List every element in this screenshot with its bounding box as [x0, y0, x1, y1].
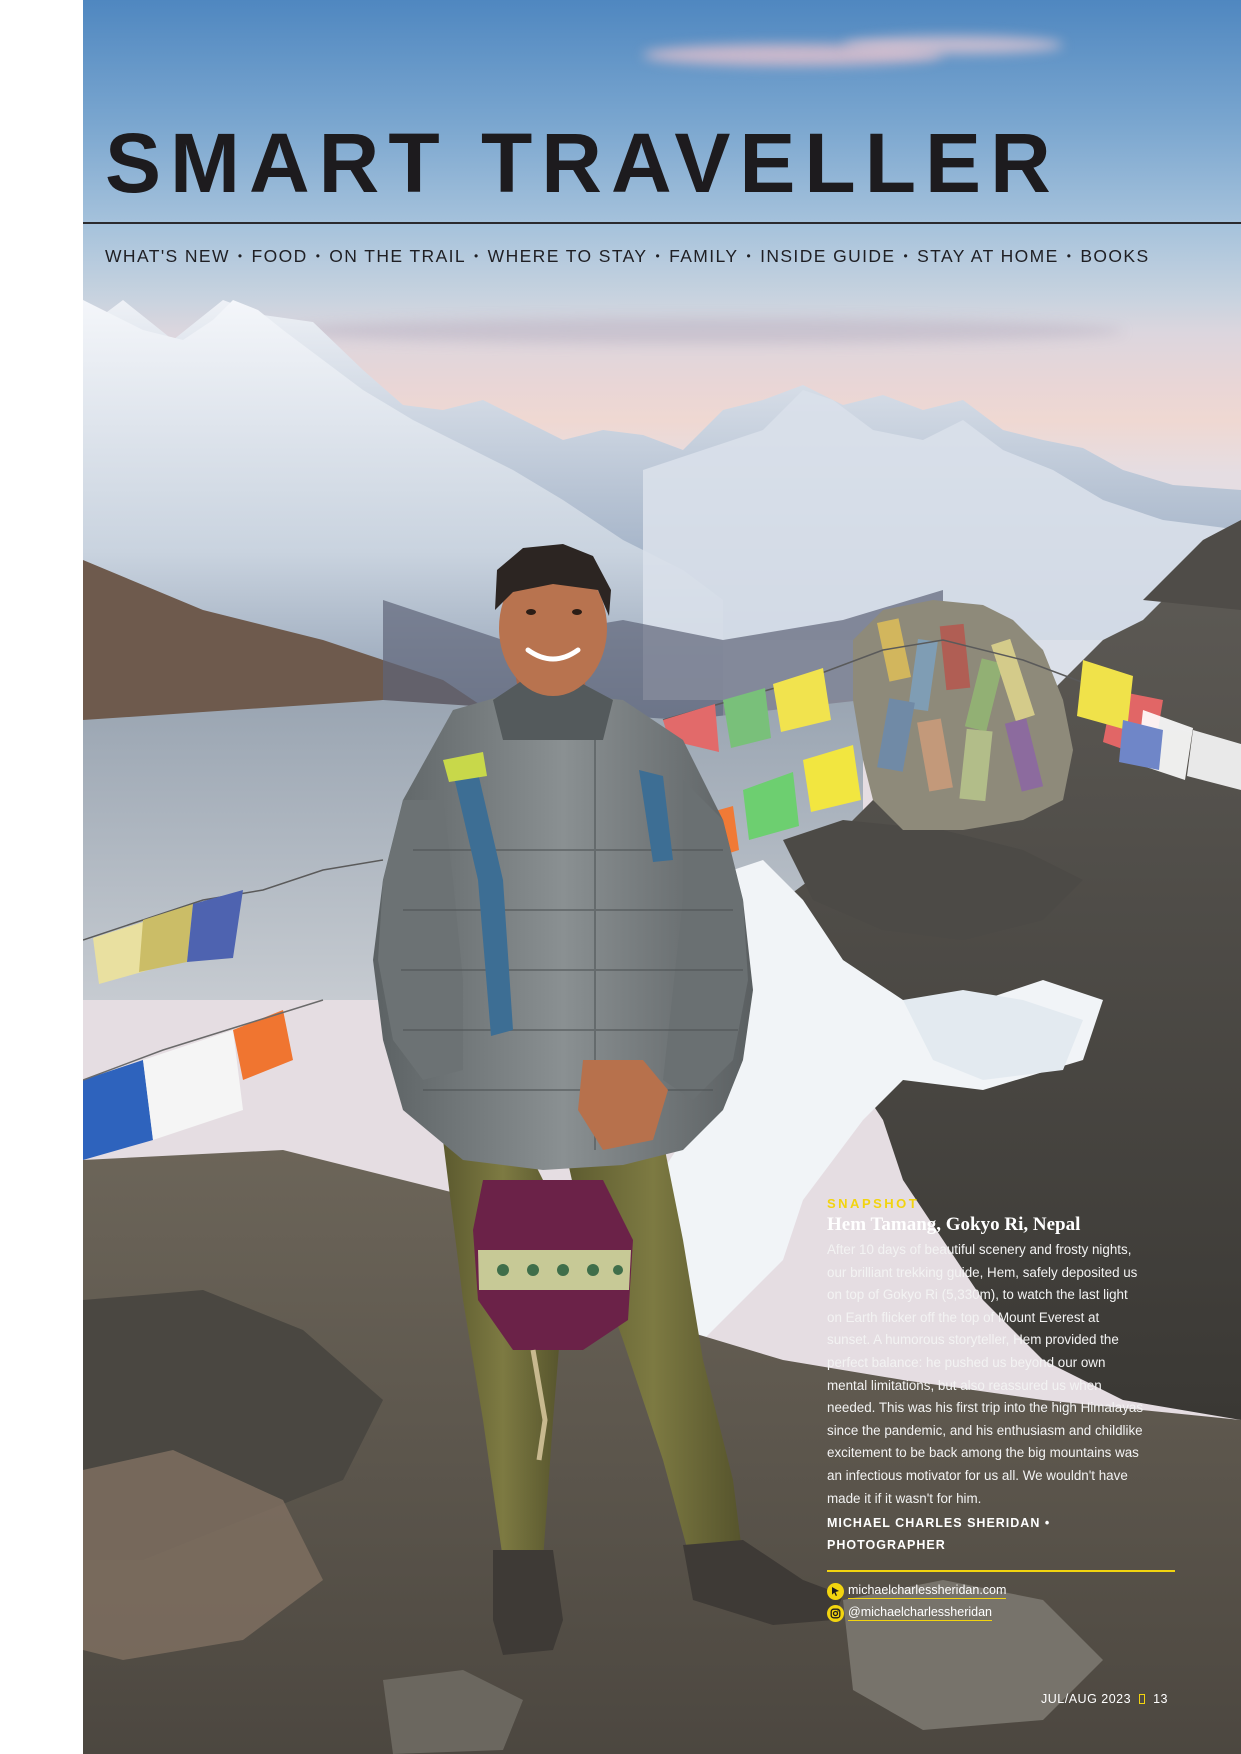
nav-item-stay-at-home: STAY AT HOME	[917, 245, 1059, 266]
issue-date: JUL/AUG 2023	[1041, 1692, 1132, 1706]
website-row: michaelcharlessheridan.com	[827, 1580, 1145, 1602]
photo-credit-name: MICHAEL CHARLES SHERIDAN •	[827, 1516, 1051, 1531]
nav-separator: •	[237, 249, 244, 263]
nav-item-food: FOOD	[251, 245, 308, 266]
cursor-icon	[827, 1582, 844, 1600]
nav-item-where-to-stay: WHERE TO STAY	[487, 245, 648, 266]
photo-credit-role: PHOTOGRAPHER	[827, 1538, 946, 1553]
caption-divider	[827, 1570, 1175, 1573]
nav-item-books: BOOKS	[1080, 245, 1150, 266]
nav-separator: •	[315, 249, 322, 263]
nav-separator: •	[655, 249, 662, 263]
masthead-title: SMART TRAVELLER	[105, 116, 1060, 210]
instagram-icon	[827, 1604, 844, 1622]
page-folio: JUL/AUG 2023 13	[1041, 1689, 1168, 1709]
caption-body: After 10 days of beautiful scenery and f…	[827, 1242, 1144, 1506]
folio-square-icon	[1139, 1694, 1146, 1704]
website-link[interactable]: michaelcharlessheridan.com	[848, 1583, 1007, 1600]
nav-separator: •	[746, 249, 753, 263]
nav-item-whats-new: WHAT'S NEW	[105, 245, 230, 266]
nav-item-family: FAMILY	[669, 245, 739, 266]
nav-separator: •	[1066, 249, 1073, 263]
page-number: 13	[1153, 1692, 1168, 1706]
social-links: michaelcharlessheridan.com @michaelcharl…	[827, 1580, 1145, 1624]
nav-item-on-the-trail: ON THE TRAIL	[329, 245, 467, 266]
snapshot-caption: SNAPSHOT Hem Tamang, Gokyo Ri, Nepal Aft…	[827, 1195, 1175, 1624]
instagram-link[interactable]: @michaelcharlessheridan	[848, 1605, 993, 1622]
caption-headline: Hem Tamang, Gokyo Ri, Nepal	[827, 1214, 1081, 1235]
nav-item-inside-guide: INSIDE GUIDE	[760, 245, 896, 266]
magazine-page: SMART TRAVELLER WHAT'S NEW • FOOD • ON T…	[83, 0, 1241, 1754]
nav-separator: •	[474, 249, 480, 263]
section-nav: WHAT'S NEW • FOOD • ON THE TRAIL • WHERE…	[105, 244, 1225, 268]
nav-separator: •	[903, 249, 910, 263]
instagram-row: @michaelcharlessheridan	[827, 1602, 1145, 1624]
masthead-divider	[83, 222, 1241, 224]
caption-kicker: SNAPSHOT	[827, 1196, 920, 1211]
